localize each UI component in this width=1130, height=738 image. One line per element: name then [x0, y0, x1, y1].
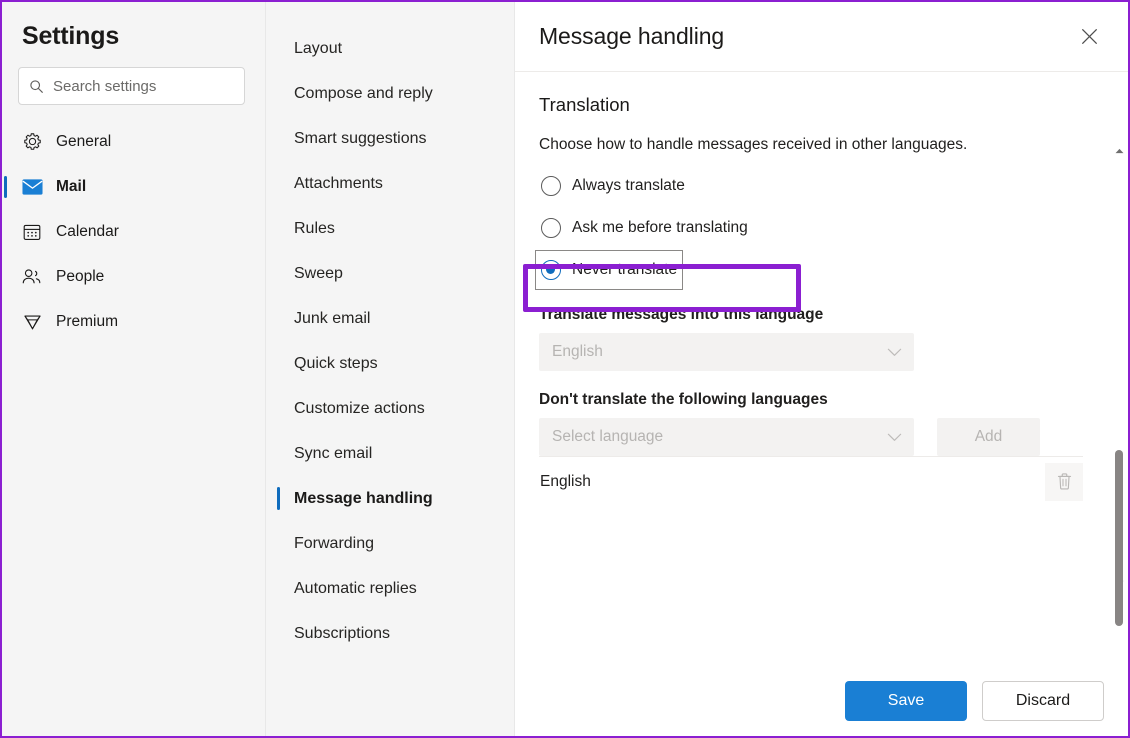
search-input[interactable]	[53, 77, 234, 95]
radio-never-translate[interactable]: Never translate	[534, 250, 684, 290]
radio-mark-icon	[541, 218, 561, 238]
subnav-item-sweep[interactable]: Sweep	[266, 251, 514, 296]
subnav-item-label: Message handling	[294, 489, 433, 507]
sidebar-item-label: Calendar	[56, 222, 119, 240]
main-panel: Message handling Translation Choose how …	[515, 2, 1128, 736]
subnav-item-quick-steps[interactable]: Quick steps	[266, 341, 514, 386]
radio-mark-icon	[541, 176, 561, 196]
subnav-item-label: Forwarding	[294, 534, 375, 552]
search-container	[18, 67, 245, 105]
scroll-up-arrow-icon[interactable]	[1111, 142, 1127, 160]
sidebar-item-premium[interactable]: Premium	[2, 299, 265, 344]
radio-label: Always translate	[572, 177, 685, 194]
scrollbar[interactable]	[1111, 142, 1127, 626]
section-heading: Translation	[539, 94, 630, 115]
subnav-item-junk-email[interactable]: Junk email	[266, 296, 514, 341]
chevron-down-icon	[887, 348, 902, 357]
page-title: Settings	[22, 22, 120, 50]
subnav-item-compose-and-reply[interactable]: Compose and reply	[266, 71, 514, 116]
subnav-item-label: Junk email	[294, 309, 371, 327]
subnav-item-smart-suggestions[interactable]: Smart suggestions	[266, 116, 514, 161]
settings-window: Settings Gen	[0, 0, 1130, 738]
section-description: Choose how to handle messages received i…	[539, 136, 968, 153]
subnav-item-label: Attachments	[294, 174, 383, 192]
diamond-icon	[21, 313, 43, 331]
mail-subnav: Layout Compose and reply Smart suggestio…	[266, 2, 515, 736]
sidebar-item-calendar[interactable]: Calendar	[2, 209, 265, 254]
sidebar-item-label: General	[56, 132, 112, 150]
select-language-placeholder: Select language	[552, 428, 664, 445]
sidebar-nav: General Mail Calendar People Premium	[2, 119, 265, 344]
scrollbar-thumb[interactable]	[1115, 450, 1123, 626]
radio-mark-icon	[541, 260, 561, 280]
calendar-icon	[21, 223, 43, 241]
translation-radio-group: Always translate Ask me before translati…	[534, 170, 1104, 290]
sidebar-item-label: Premium	[56, 312, 119, 330]
main-footer: Save Discard	[515, 664, 1128, 736]
people-icon	[21, 268, 43, 285]
select-language-dropdown[interactable]: Select language	[539, 418, 914, 456]
sidebar-item-general[interactable]: General	[2, 119, 265, 164]
subnav-item-subscriptions[interactable]: Subscriptions	[266, 611, 514, 656]
close-icon[interactable]	[1072, 20, 1106, 54]
subnav-item-label: Rules	[294, 219, 335, 237]
excluded-languages-list: English	[539, 456, 1083, 506]
settings-sidebar: Settings Gen	[2, 2, 266, 736]
main-body: Translation Choose how to handle message…	[515, 72, 1128, 664]
add-language-button[interactable]: Add	[937, 418, 1040, 456]
subnav-item-message-handling[interactable]: Message handling	[266, 476, 514, 521]
search-box[interactable]	[18, 67, 245, 105]
sidebar-item-label: Mail	[56, 177, 87, 195]
add-language-row: Select language Add	[539, 418, 1104, 456]
radio-label: Ask me before translating	[572, 219, 748, 236]
main-panel-title: Message handling	[539, 23, 725, 49]
translate-into-dropdown[interactable]: English	[539, 333, 914, 371]
trash-icon[interactable]	[1045, 462, 1083, 501]
envelope-icon	[21, 178, 43, 196]
discard-button[interactable]: Discard	[982, 680, 1104, 721]
sidebar-item-mail[interactable]: Mail	[2, 164, 265, 209]
search-icon	[29, 79, 45, 94]
subnav-item-label: Automatic replies	[294, 579, 417, 597]
subnav-item-customize-actions[interactable]: Customize actions	[266, 386, 514, 431]
list-item: English	[539, 456, 1083, 506]
exclude-languages-label: Don't translate the following languages	[539, 391, 828, 408]
subnav-item-layout[interactable]: Layout	[266, 26, 514, 71]
subnav-item-automatic-replies[interactable]: Automatic replies	[266, 566, 514, 611]
subnav-item-sync-email[interactable]: Sync email	[266, 431, 514, 476]
subnav-item-rules[interactable]: Rules	[266, 206, 514, 251]
translate-into-label: Translate messages into this language	[539, 306, 824, 323]
sidebar-item-label: People	[56, 267, 105, 285]
chevron-down-icon	[887, 433, 902, 442]
radio-ask-me-before-translating[interactable]: Ask me before translating	[539, 212, 750, 244]
subnav-item-label: Sweep	[294, 264, 343, 282]
subnav-item-forwarding[interactable]: Forwarding	[266, 521, 514, 566]
subnav-item-label: Layout	[294, 39, 343, 57]
translate-into-value: English	[552, 343, 603, 360]
radio-label: Never translate	[572, 261, 678, 278]
subnav-item-label: Customize actions	[294, 399, 425, 417]
sidebar-item-people[interactable]: People	[2, 254, 265, 299]
subnav-item-label: Subscriptions	[294, 624, 391, 642]
radio-always-translate[interactable]: Always translate	[539, 170, 687, 202]
subnav-item-label: Smart suggestions	[294, 129, 427, 147]
gear-icon	[21, 132, 43, 151]
subnav-item-label: Compose and reply	[294, 84, 433, 102]
scrollbar-track[interactable]	[1111, 160, 1127, 626]
subnav-item-label: Quick steps	[294, 354, 378, 372]
subnav-item-attachments[interactable]: Attachments	[266, 161, 514, 206]
main-header: Message handling	[515, 2, 1128, 72]
subnav-item-label: Sync email	[294, 444, 373, 462]
save-button[interactable]: Save	[845, 680, 967, 721]
language-name: English	[540, 472, 591, 490]
